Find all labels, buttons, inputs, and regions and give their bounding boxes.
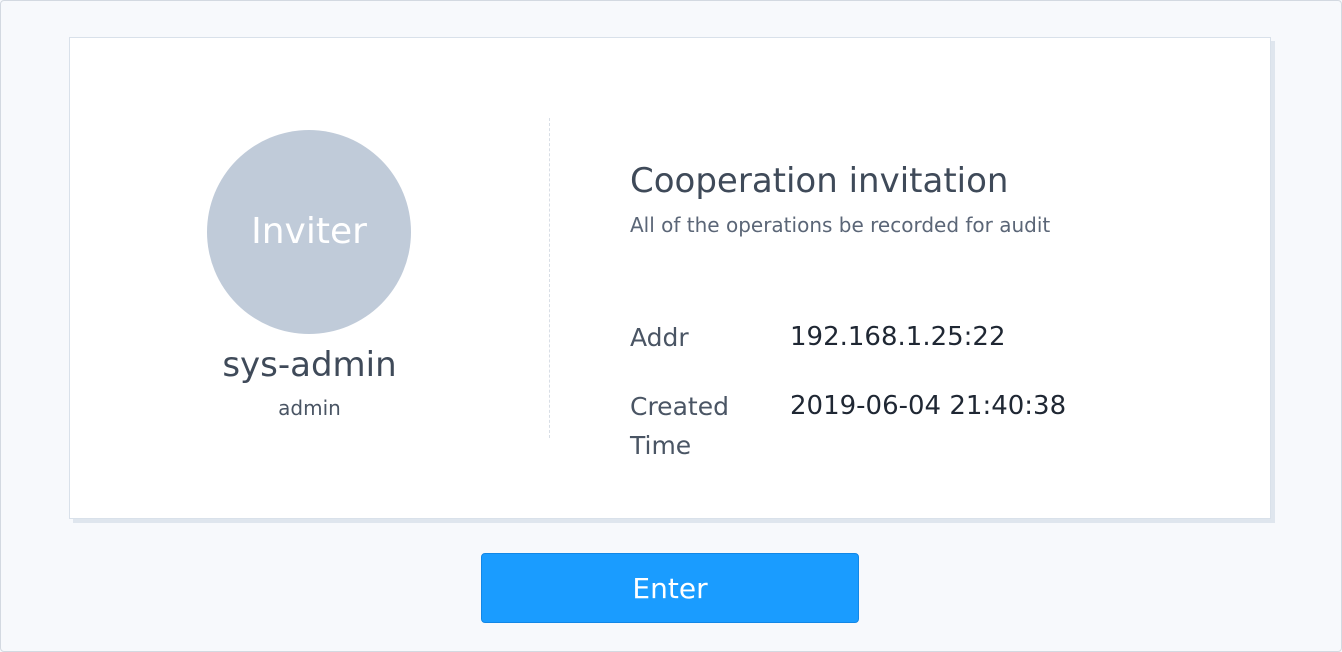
info-label-addr: Addr <box>630 323 689 352</box>
inviter-username: sys-admin <box>222 345 397 385</box>
info-value-created-time: 2019-06-04 21:40:38 <box>790 391 1067 421</box>
invitation-card: Inviter sys-admin admin Cooperation invi… <box>69 37 1271 519</box>
info-value-addr: 192.168.1.25:22 <box>790 322 1006 352</box>
inviter-role: admin <box>278 396 341 420</box>
inviter-panel: Inviter sys-admin admin <box>70 38 549 518</box>
avatar: Inviter <box>207 130 411 334</box>
invitation-details-panel: Cooperation invitation All of the operat… <box>630 38 1230 518</box>
enter-button[interactable]: Enter <box>481 553 859 623</box>
panel-divider <box>549 118 550 438</box>
invitation-title: Cooperation invitation <box>630 161 1009 201</box>
invitation-page: Inviter sys-admin admin Cooperation invi… <box>0 0 1342 652</box>
info-label-created-time: Created Time <box>630 392 729 460</box>
avatar-label: Inviter <box>251 211 367 252</box>
invitation-subtitle: All of the operations be recorded for au… <box>630 213 1051 237</box>
